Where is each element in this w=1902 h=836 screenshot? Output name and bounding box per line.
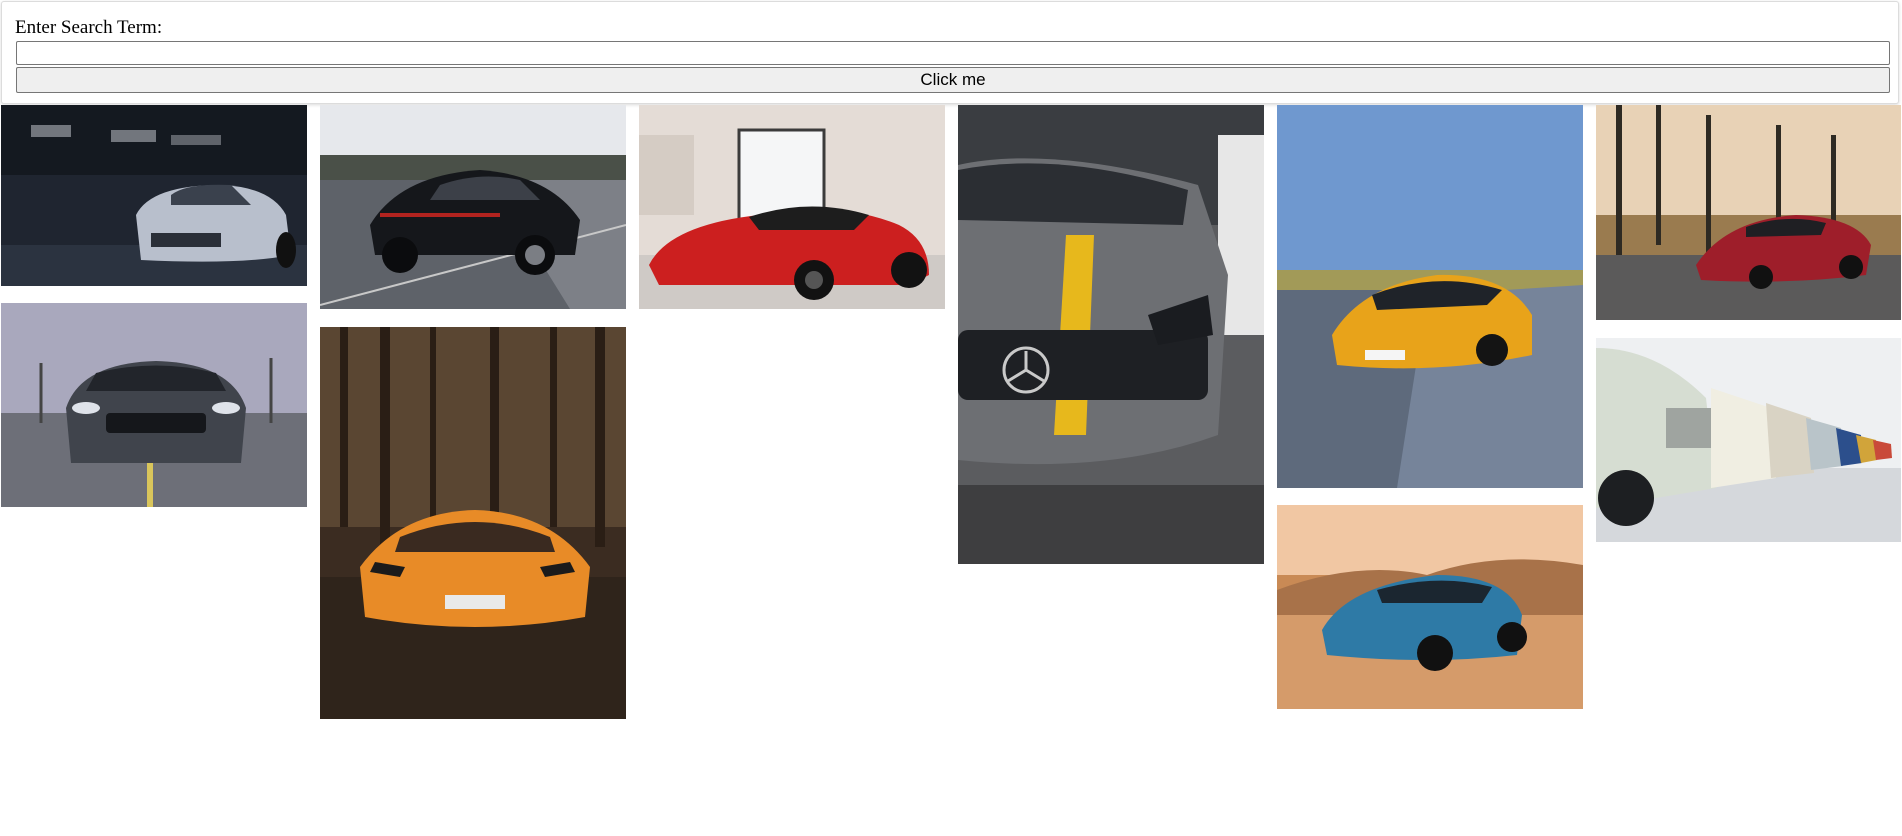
gallery-image-amg-gtr-red[interactable]	[1596, 105, 1901, 320]
gallery-image-bmw-row[interactable]	[1596, 338, 1901, 542]
gallery-image-camaro-desert[interactable]	[1277, 505, 1583, 709]
gallery-image-ferrari-garage[interactable]	[639, 105, 945, 309]
search-form: Enter Search Term: Click me	[1, 1, 1899, 104]
gallery-image-lamborghini-forest[interactable]	[320, 327, 626, 719]
gallery-image-mustang[interactable]	[1, 303, 307, 507]
gallery-image-camaro-garage[interactable]	[1, 105, 307, 286]
gallery-image-mercedes-stripe[interactable]	[958, 105, 1264, 564]
click-me-button[interactable]: Click me	[16, 67, 1890, 93]
gallery-image-amg-gt-yellow[interactable]	[1277, 105, 1583, 488]
gallery-image-porsche-highway[interactable]	[320, 105, 626, 309]
search-label: Enter Search Term:	[15, 17, 163, 38]
search-input[interactable]	[16, 41, 1890, 65]
